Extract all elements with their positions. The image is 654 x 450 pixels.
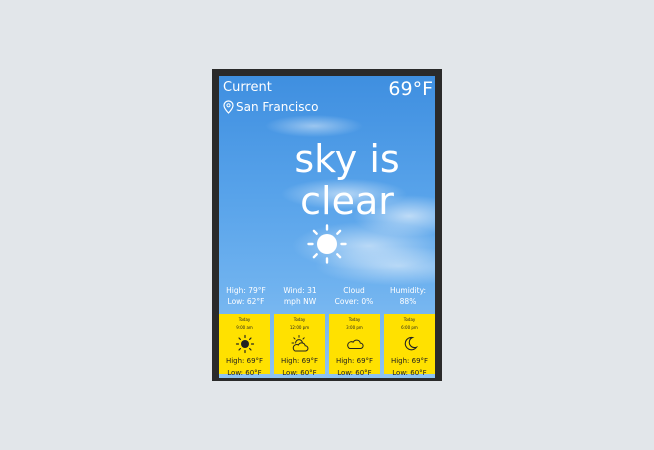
stat-cloud-label: Cloud [343,286,365,295]
forecast-time: 6:00 pm [401,325,418,330]
stat-wind: Wind: 31 mph NW [273,285,327,307]
stat-humidity: Humidity: 88% [381,285,435,307]
forecast-time: 3:00 pm [346,325,363,330]
forecast-card[interactable]: Today 9:00 am High: 69°F Low: 60°F [219,314,270,377]
forecast-day: Today [348,317,361,322]
stat-cloud-cover: Cloud Cover: 0% [327,285,381,307]
stat-cloud-value: Cover: 0% [334,297,374,306]
forecast-low: Low: 60°F [392,369,427,377]
condition-line-2: clear [300,179,394,223]
forecast-low: Low: 60°F [337,369,372,377]
forecast-time: 12:00 pm [289,325,310,330]
stat-high: High: 79°F [226,286,266,295]
location-name: San Francisco [236,100,319,114]
moon-icon [404,336,418,351]
location-pin-icon [223,100,234,114]
current-label: Current [223,80,272,95]
forecast-high: High: 69°F [335,357,374,365]
location: San Francisco [223,100,318,114]
stat-wind-speed: Wind: 31 [283,286,317,295]
stat-humidity-value: 88% [399,297,417,306]
stat-humidity-label: Humidity: [390,286,426,295]
partly-cloudy-icon [291,335,308,352]
forecast-day: Today [238,317,251,322]
forecast-card[interactable]: Today 6:00 pm High: 69°F Low: 60°F [384,314,435,377]
forecast-card[interactable]: Today 3:00 pm High: 69°F Low: 60°F [329,314,380,377]
cloud-icon [346,339,364,349]
condition-line-1: sky is [294,137,400,181]
weather-stats: High: 79°F Low: 62°F Wind: 31 mph NW Clo… [219,285,435,307]
forecast-day: Today [403,317,416,322]
forecast-high: High: 69°F [390,357,429,365]
stat-wind-direction: mph NW [283,297,317,306]
weather-widget: Current 69°F San Francisco sky is clear [212,69,442,381]
forecast-low: Low: 60°F [282,369,317,377]
current-temperature: 69°F [388,78,433,100]
sun-icon [307,224,347,264]
stat-low: Low: 62°F [227,297,265,306]
forecast-list: Today 9:00 am High: 69°F Low: 60°F Today… [219,314,435,377]
forecast-high: High: 69°F [280,357,319,365]
condition-headline: sky is clear [219,138,435,222]
forecast-time: 9:00 am [236,325,253,330]
forecast-day: Today [293,317,306,322]
sun-icon [235,334,254,354]
forecast-card[interactable]: Today 12:00 pm High: 69°F Low: 60°F [274,314,325,377]
stat-temperature-range: High: 79°F Low: 62°F [219,285,273,307]
forecast-high: High: 69°F [225,357,264,365]
forecast-low: Low: 60°F [227,369,262,377]
